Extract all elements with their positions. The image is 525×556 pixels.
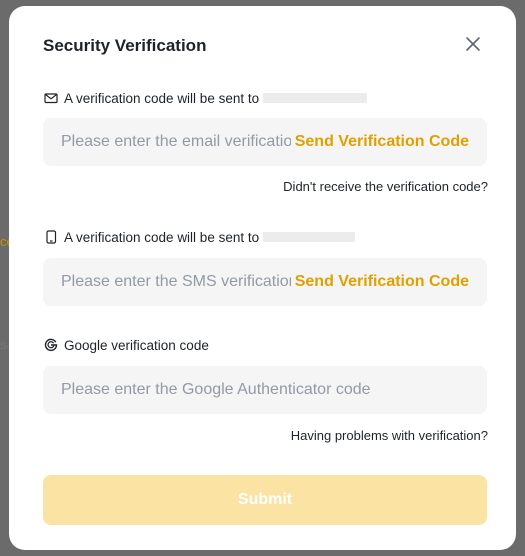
masked-phone [263,232,356,242]
email-code-input[interactable] [61,133,291,151]
sms-send-code-button[interactable]: Send Verification Code [295,273,469,291]
close-button[interactable] [461,32,485,56]
sms-label: A verification code will be sent to [64,229,260,245]
email-label: A verification code will be sent to [64,90,260,106]
sms-code-input[interactable] [61,273,291,291]
email-code-field: Send Verification Code [43,118,487,166]
sms-code-field: Send Verification Code [43,258,487,306]
sms-label-row: A verification code will be sent to [43,229,356,245]
masked-email [263,93,368,103]
google-label-row: Google verification code [43,337,209,353]
email-label-row: A verification code will be sent to [43,90,368,106]
google-code-field [43,366,487,414]
google-icon [43,337,59,353]
modal-title: Security Verification [43,36,207,55]
submit-button[interactable]: Submit [43,475,487,525]
email-send-code-button[interactable]: Send Verification Code [295,133,469,151]
verification-problems-link[interactable]: Having problems with verification? [291,428,488,443]
security-verification-modal: Security Verification A verification cod… [9,6,516,550]
mail-icon [43,90,59,106]
close-icon [466,37,480,51]
didnt-receive-code-link[interactable]: Didn't receive the verification code? [283,179,488,194]
google-code-input[interactable] [61,381,469,399]
google-label: Google verification code [64,337,209,353]
phone-icon [43,229,59,245]
